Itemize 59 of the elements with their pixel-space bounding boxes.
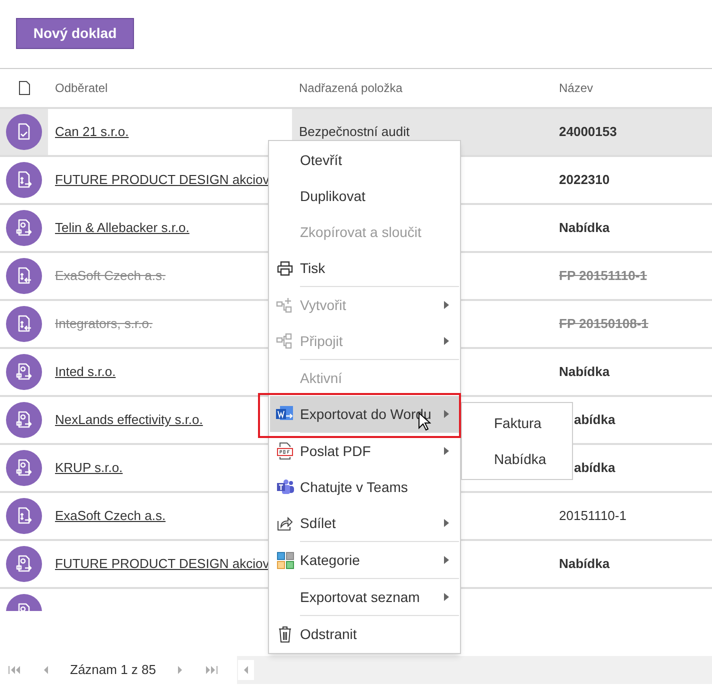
record-counter: Záznam 1 z 85 — [70, 661, 156, 680]
document-icon — [6, 162, 42, 198]
column-header[interactable]: Nadřazená položka — [292, 79, 552, 97]
trash-icon — [278, 626, 292, 642]
submenu-item[interactable]: Faktura — [462, 405, 572, 441]
menu-item[interactable]: Kategorie — [270, 542, 459, 578]
table-cell-text: FP 20150108-1 — [558, 315, 648, 334]
document-icon — [6, 546, 42, 582]
document-icon — [18, 81, 30, 95]
customer-link[interactable]: FUTURE PRODUCT DESIGN akciov — [55, 554, 270, 574]
last-page-icon[interactable] — [204, 665, 218, 675]
table-cell-text: abídka — [573, 411, 616, 430]
pdf-icon — [276, 442, 294, 460]
document-icon — [6, 258, 42, 294]
menu-item[interactable]: Chatujte v Teams — [270, 469, 459, 505]
table-cell-text: 20151110-1 — [558, 507, 626, 526]
customer-link[interactable]: FUTURE PRODUCT DESIGN akciov — [55, 170, 270, 190]
customer-link[interactable]: Inted s.r.o. — [55, 362, 116, 382]
column-header[interactable]: Odběratel — [48, 79, 292, 97]
scroll-left-icon[interactable] — [242, 665, 250, 675]
document-export-icon — [276, 406, 294, 422]
previous-page-icon[interactable] — [42, 665, 50, 675]
document-icon — [6, 402, 42, 438]
categories-icon — [276, 552, 294, 568]
menu-item[interactable]: Sdílet — [270, 505, 459, 541]
customer-link[interactable]: Integrators, s.r.o. — [55, 314, 153, 334]
first-page-icon[interactable] — [8, 665, 22, 675]
document-icon — [6, 210, 42, 246]
document-icon — [6, 306, 42, 342]
nodes-plus-icon — [276, 297, 294, 313]
table-cell-text: FP 20151110-1 — [558, 267, 647, 286]
table-cell: Bezpečnostní audit — [299, 124, 410, 140]
table-cell-text: 2022310 — [558, 171, 610, 190]
customer-link[interactable]: NexLands effectivity s.r.o. — [55, 410, 203, 430]
table-cell-text: Nabídka — [558, 363, 610, 382]
horizontal-scrollbar[interactable] — [237, 656, 712, 684]
nodes-icon — [276, 333, 294, 349]
customer-link[interactable]: ExaSoft Czech a.s. — [55, 266, 166, 286]
table-cell-text: abídka — [573, 459, 616, 478]
document-icon — [6, 114, 42, 150]
next-page-icon[interactable] — [176, 665, 184, 675]
table-cell-text: Nabídka — [558, 555, 610, 574]
printer-icon — [277, 260, 293, 276]
share-icon — [277, 515, 293, 531]
column-header[interactable]: Název — [552, 79, 594, 97]
people-icon — [276, 479, 294, 495]
menu-item[interactable]: Tisk — [270, 250, 459, 286]
document-icon — [6, 354, 42, 390]
customer-link[interactable]: Can 21 s.r.o. — [55, 122, 129, 142]
table-cell-text: 24000153 — [558, 123, 617, 142]
table-cell-text: Nabídka — [558, 219, 610, 238]
menu-item[interactable]: Odstranit — [270, 616, 459, 652]
new-document-button[interactable]: Nový doklad — [16, 18, 134, 49]
document-icon — [6, 450, 42, 486]
customer-link[interactable]: Telin & Allebacker s.r.o. — [55, 218, 190, 238]
menu-item[interactable]: Duplikovat — [270, 178, 459, 214]
customer-link[interactable]: KRUP s.r.o. — [55, 458, 123, 478]
document-icon — [6, 498, 42, 534]
customer-link[interactable]: ExaSoft Czech a.s. — [55, 506, 166, 526]
